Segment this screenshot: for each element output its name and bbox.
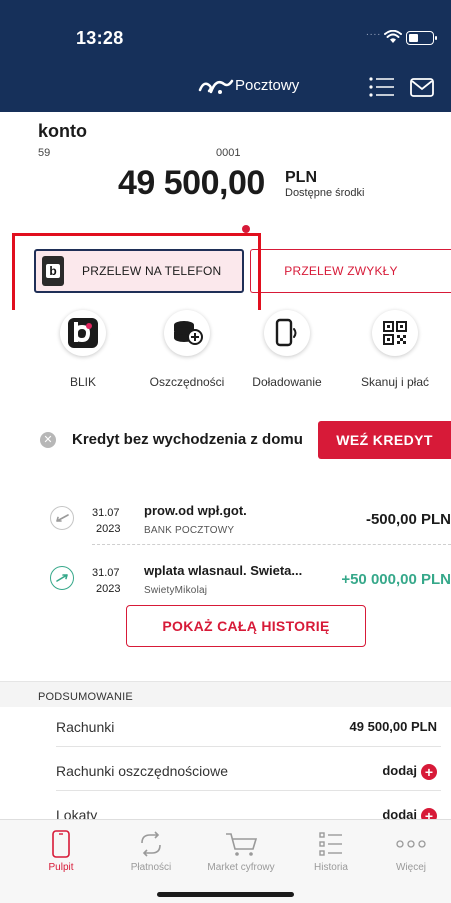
tab-label: Historia: [314, 862, 348, 873]
phone-icon: [16, 828, 106, 860]
blik-icon: [60, 310, 106, 356]
incoming-arrow-icon: [50, 566, 74, 590]
pocztowy-logo: [198, 79, 234, 94]
status-time: 13:28: [76, 28, 124, 48]
transaction-row[interactable]: 31.07 2023 wplata wlasnaul. Swieta... Sw…: [34, 553, 451, 605]
divider: [92, 544, 451, 545]
summary-label: Rachunki: [56, 719, 115, 735]
tab-label: Market cyfrowy: [207, 862, 275, 873]
action-scan-pay[interactable]: Skanuj i płać: [345, 310, 445, 389]
transfer-row: b PRZELEW NA TELEFON PRZELEW ZWYKŁY: [0, 242, 451, 300]
page-indicator-dot[interactable]: [242, 225, 250, 233]
transaction-counterparty: SwietyMikolaj: [144, 585, 208, 596]
coins-icon: [164, 310, 210, 356]
add-link[interactable]: dodaj: [382, 763, 417, 778]
account-name: konto: [38, 121, 87, 141]
take-credit-button[interactable]: WEŹ KREDYT: [318, 421, 451, 459]
outgoing-arrow-icon: [50, 506, 74, 530]
transaction-title: wplata wlasnaul. Swieta...: [144, 563, 303, 578]
payments-icon: [106, 828, 196, 860]
show-full-history-button[interactable]: POKAŻ CAŁĄ HISTORIĘ: [126, 605, 366, 647]
action-savings[interactable]: Oszczędności: [137, 310, 237, 389]
mail-icon[interactable]: [410, 78, 434, 97]
summary-label: Rachunki oszczędnościowe: [56, 763, 228, 779]
tab-label: Więcej: [395, 862, 426, 873]
action-label: Doładowanie: [252, 375, 322, 389]
summary-row-accounts[interactable]: Rachunki 49 500,00 PLN: [56, 707, 441, 747]
history-icon: [286, 828, 376, 860]
tab-label: Pulpit: [48, 862, 74, 873]
transaction-amount: -500,00 PLN: [365, 511, 451, 528]
account-number-prefix: 59: [38, 147, 51, 159]
account-card[interactable]: konto 59 0001 49 500,00 PLN Dostępne śro…: [0, 112, 451, 242]
summary-header: PODSUMOWANIE: [0, 681, 451, 707]
transaction-row[interactable]: 31.07 2023 prow.od wpł.got. BANK POCZTOW…: [34, 493, 451, 545]
tab-more[interactable]: Więcej: [366, 828, 451, 873]
tab-label: Płatności: [130, 862, 172, 873]
action-topup[interactable]: Doładowanie: [237, 310, 337, 389]
brand-name: Pocztowy: [235, 77, 300, 94]
quick-actions: BLIK Oszczędności Doładowanie Skanuj i p…: [0, 310, 451, 398]
list-icon[interactable]: [369, 76, 395, 98]
status-bar: 13:28 ....: [0, 0, 451, 62]
summary-title: PODSUMOWANIE: [38, 691, 133, 703]
qr-code-icon: [372, 310, 418, 356]
summary-value: 49 500,00 PLN: [349, 719, 437, 734]
transaction-date: 31.07 2023: [92, 507, 121, 535]
action-label: BLIK: [69, 375, 96, 389]
battery-icon: [406, 31, 437, 45]
credit-banner-text: Kredyt bez wychodzenia z domu: [72, 431, 303, 448]
balance-currency: PLN: [285, 169, 317, 186]
tab-history[interactable]: Historia: [286, 828, 376, 873]
action-label: Skanuj i płać: [360, 375, 430, 389]
account-number-suffix: 0001: [216, 147, 241, 159]
app-header: Pocztowy: [0, 62, 451, 112]
wifi-icon: [384, 30, 402, 43]
cart-icon: [196, 828, 286, 860]
recent-transactions: 31.07 2023 prow.od wpł.got. BANK POCZTOW…: [34, 481, 451, 671]
tab-pulpit[interactable]: Pulpit: [16, 828, 106, 873]
transaction-counterparty: BANK POCZTOWY: [144, 525, 235, 536]
tab-market[interactable]: Market cyfrowy: [196, 828, 286, 873]
tab-payments[interactable]: Płatności: [106, 828, 196, 873]
summary-row-savings[interactable]: Rachunki oszczędnościowe dodaj +: [56, 751, 441, 791]
more-icon: [366, 828, 451, 860]
transaction-title: prow.od wpł.got.: [144, 503, 247, 518]
credit-banner: ✕ Kredyt bez wychodzenia z domu WEŹ KRED…: [0, 408, 451, 472]
close-icon[interactable]: ✕: [40, 432, 56, 448]
transaction-amount: +50 000,00 PLN: [341, 571, 451, 588]
available-funds-label: Dostępne środki: [285, 187, 365, 199]
account-balance: 49 500,00: [118, 164, 265, 202]
signal-icon: ....: [366, 27, 382, 38]
phone-transfer-button[interactable]: b PRZELEW NA TELEFON: [34, 249, 244, 293]
phone-topup-icon: [264, 310, 310, 356]
summary-list: Rachunki 49 500,00 PLN Rachunki oszczędn…: [0, 707, 451, 824]
home-indicator[interactable]: [157, 892, 294, 897]
blik-phone-icon: b: [42, 256, 64, 286]
regular-transfer-button[interactable]: PRZELEW ZWYKŁY: [250, 249, 451, 293]
bottom-tab-bar: Pulpit Płatności Market cyfrowy Historia…: [0, 819, 451, 903]
action-label: Oszczędności: [149, 375, 225, 389]
phone-transfer-label: PRZELEW NA TELEFON: [82, 264, 222, 278]
plus-icon[interactable]: +: [421, 764, 437, 780]
action-blik[interactable]: BLIK: [33, 310, 133, 389]
transaction-date: 31.07 2023: [92, 567, 121, 595]
